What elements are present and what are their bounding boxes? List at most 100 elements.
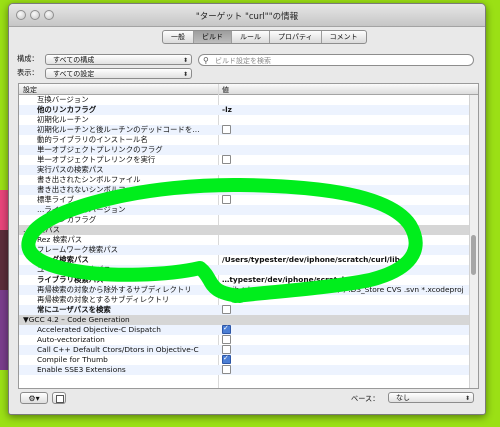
setting-name: 実行パスの検索パス: [37, 165, 104, 174]
setting-value-cell: [222, 125, 466, 135]
setting-value[interactable]: *.nib *.lproj *.framework *.gch (*) .DS_…: [222, 285, 466, 295]
show-value: すべての設定: [53, 70, 95, 78]
table-row[interactable]: 単一オブジェクトプレリンクを実行: [19, 155, 470, 165]
checkbox[interactable]: [222, 195, 231, 204]
table-row[interactable]: 標準ライブ…: [19, 195, 470, 205]
setting-name: ヘッダ検索パス: [37, 255, 89, 264]
table-row[interactable]: Accelerated Objective-C Dispatch: [19, 325, 470, 335]
setting-name: フレームワーク検索パス: [37, 245, 119, 254]
table-row[interactable]: Call C++ Default Ctors/Dtors in Objectiv…: [19, 345, 470, 355]
checkbox-checked[interactable]: [222, 325, 231, 334]
checkbox[interactable]: [222, 155, 231, 164]
setting-name: 書き出されたシンボルファイル: [37, 175, 141, 184]
checkbox[interactable]: [222, 335, 231, 344]
popup-arrows-icon: ⬍: [464, 395, 470, 402]
popup-arrows-icon: ⬍: [182, 71, 188, 78]
document-icon[interactable]: [52, 392, 66, 404]
config-value: すべての構成: [53, 56, 95, 64]
tab-general[interactable]: 一般: [163, 31, 194, 43]
table-row[interactable]: 動的ライブラリのインストール名: [19, 135, 470, 145]
checkbox[interactable]: [222, 305, 231, 314]
column-setting[interactable]: 設定: [23, 85, 37, 95]
search-icon: ⚲: [203, 56, 209, 65]
config-popup[interactable]: すべての構成 ⬍: [45, 54, 192, 65]
setting-name: 再帰検索の対象から除外するサブディレクトリ: [37, 285, 192, 294]
search-placeholder: ビルド設定を検索: [215, 57, 271, 65]
setting-name: …ライブラリのバージョン: [37, 205, 126, 214]
table-row[interactable]: フレームワーク検索パス: [19, 245, 470, 255]
table-row[interactable]: 実行パスの検索パス: [19, 165, 470, 175]
setting-value-cell: [222, 305, 466, 315]
table-row[interactable]: 他のリンカフラグ -lz: [19, 105, 470, 115]
table-row[interactable]: ヘッダ検索パス/Users/typester/dev/iphone/scratc…: [19, 255, 470, 265]
table-row[interactable]: Auto-vectorization: [19, 335, 470, 345]
table-row[interactable]: ライブラリ検索パス …typester/dev/iphone/scratch/cu…: [19, 275, 470, 285]
table-row[interactable]: ユーザヘッダ検索パス: [19, 265, 470, 275]
table-row[interactable]: Compile for Thumb: [19, 355, 470, 365]
scrollbar-thumb[interactable]: [471, 235, 476, 275]
table-row[interactable]: 再帰検索の対象とするサブディレクトリ: [19, 295, 470, 305]
bottom-bar: ⚙▾ ベース： なし ⬍: [9, 388, 485, 414]
setting-name: Compile for Thumb: [37, 355, 108, 364]
tab-properties[interactable]: プロパティ: [270, 31, 322, 43]
base-value: なし: [396, 394, 410, 402]
checkbox[interactable]: [222, 345, 231, 354]
setting-name: 書き出されないシンボルファイル: [37, 185, 148, 194]
checkbox[interactable]: [222, 125, 231, 134]
checkbox-checked[interactable]: [222, 355, 231, 364]
table-row[interactable]: 常にユーザパスを検索: [19, 305, 470, 315]
setting-value[interactable]: …typester/dev/iphone/scratch/curl/…: [222, 275, 466, 285]
base-label: ベース：: [351, 394, 380, 403]
tab-rules[interactable]: ルール: [232, 31, 270, 43]
setting-name: Rez 検索パス: [37, 235, 83, 244]
setting-name: Call C++ Default Ctors/Dtors in Objectiv…: [37, 345, 199, 354]
setting-value[interactable]: -lz: [222, 105, 466, 115]
search-input[interactable]: ⚲ ビルド設定を検索: [198, 54, 474, 66]
setting-name: 常にユーザパスを検索: [37, 305, 111, 314]
setting-name: 単一オブジェクトプレリンクを実行: [37, 155, 156, 164]
setting-name: 他のリンカフラグ: [37, 105, 97, 114]
setting-name: 動的ライブラリのインストール名: [37, 135, 148, 144]
table-row[interactable]: 再帰検索の対象から除外するサブディレクトリ *.nib *.lproj *.fra…: [19, 285, 470, 295]
section-header-row[interactable]: …検索パス: [19, 225, 470, 235]
setting-value[interactable]: /Users/typester/dev/iphone/scratch/curl/…: [222, 255, 466, 265]
tab-comments[interactable]: コメント: [322, 31, 366, 43]
table-row[interactable]: 単一オブジェクトプレリンクのフラグ: [19, 145, 470, 155]
setting-name: Enable SSE3 Extensions: [37, 365, 126, 374]
checkbox[interactable]: [222, 365, 231, 374]
table-row[interactable]: Rez 検索パス: [19, 235, 470, 245]
tab-bar: 一般 ビルド ルール プロパティ コメント: [162, 30, 367, 44]
setting-name: 初期化ルーチン: [37, 115, 89, 124]
table-row[interactable]: Enable SSE3 Extensions: [19, 365, 470, 375]
table-row[interactable]: 初期化ルーチンと後ルーチンのデッドコードを…: [19, 125, 470, 135]
build-settings-table: 設定 値 互換バージョン 他のリンカフラグ -lz 初期化ルーチン 初期化ルーチンと後ル…: [18, 83, 479, 389]
setting-name: ライブラリ検索パス: [37, 275, 104, 284]
show-popup[interactable]: すべての設定 ⬍: [45, 68, 192, 79]
tab-build[interactable]: ビルド: [194, 31, 232, 43]
base-popup[interactable]: なし ⬍: [388, 392, 474, 403]
setting-name: 初期化ルーチンと後ルーチンのデッドコードを…: [37, 125, 200, 134]
setting-name: Accelerated Objective-C Dispatch: [37, 325, 161, 334]
setting-name: Auto-vectorization: [37, 335, 105, 344]
column-value[interactable]: 値: [222, 85, 229, 95]
table-row[interactable]: 初期化ルーチン: [19, 115, 470, 125]
action-menu-button[interactable]: ⚙▾: [20, 392, 48, 404]
gear-icon: ⚙▾: [28, 394, 40, 403]
config-label: 構成：: [17, 54, 39, 63]
setting-name: 互換バージョン: [37, 95, 89, 104]
table-row[interactable]: 互換バージョン: [19, 95, 470, 105]
setting-value-cell: [222, 155, 466, 165]
table-row[interactable]: …ライブラリのバージョン: [19, 205, 470, 215]
settings-rows: 互換バージョン 他のリンカフラグ -lz 初期化ルーチン 初期化ルーチンと後ルーチンのデ…: [19, 95, 470, 375]
setting-name: ユーザヘッダ検索パス: [37, 265, 111, 274]
setting-name: 単一オブジェクトプレリンクのフラグ: [37, 145, 163, 154]
table-row[interactable]: …プリンカフラグ: [19, 215, 470, 225]
setting-name: …検索パス: [23, 225, 60, 234]
vertical-scrollbar[interactable]: [469, 95, 478, 388]
setting-value-cell: [222, 325, 466, 335]
setting-name: ▼GCC 4.2 – Code Generation: [23, 315, 130, 324]
section-header-row[interactable]: ▼GCC 4.2 – Code Generation: [19, 315, 470, 325]
table-row[interactable]: 書き出されないシンボルファイル: [19, 185, 470, 195]
setting-name: 標準ライブ…: [37, 195, 82, 204]
table-row[interactable]: 書き出されたシンボルファイル: [19, 175, 470, 185]
